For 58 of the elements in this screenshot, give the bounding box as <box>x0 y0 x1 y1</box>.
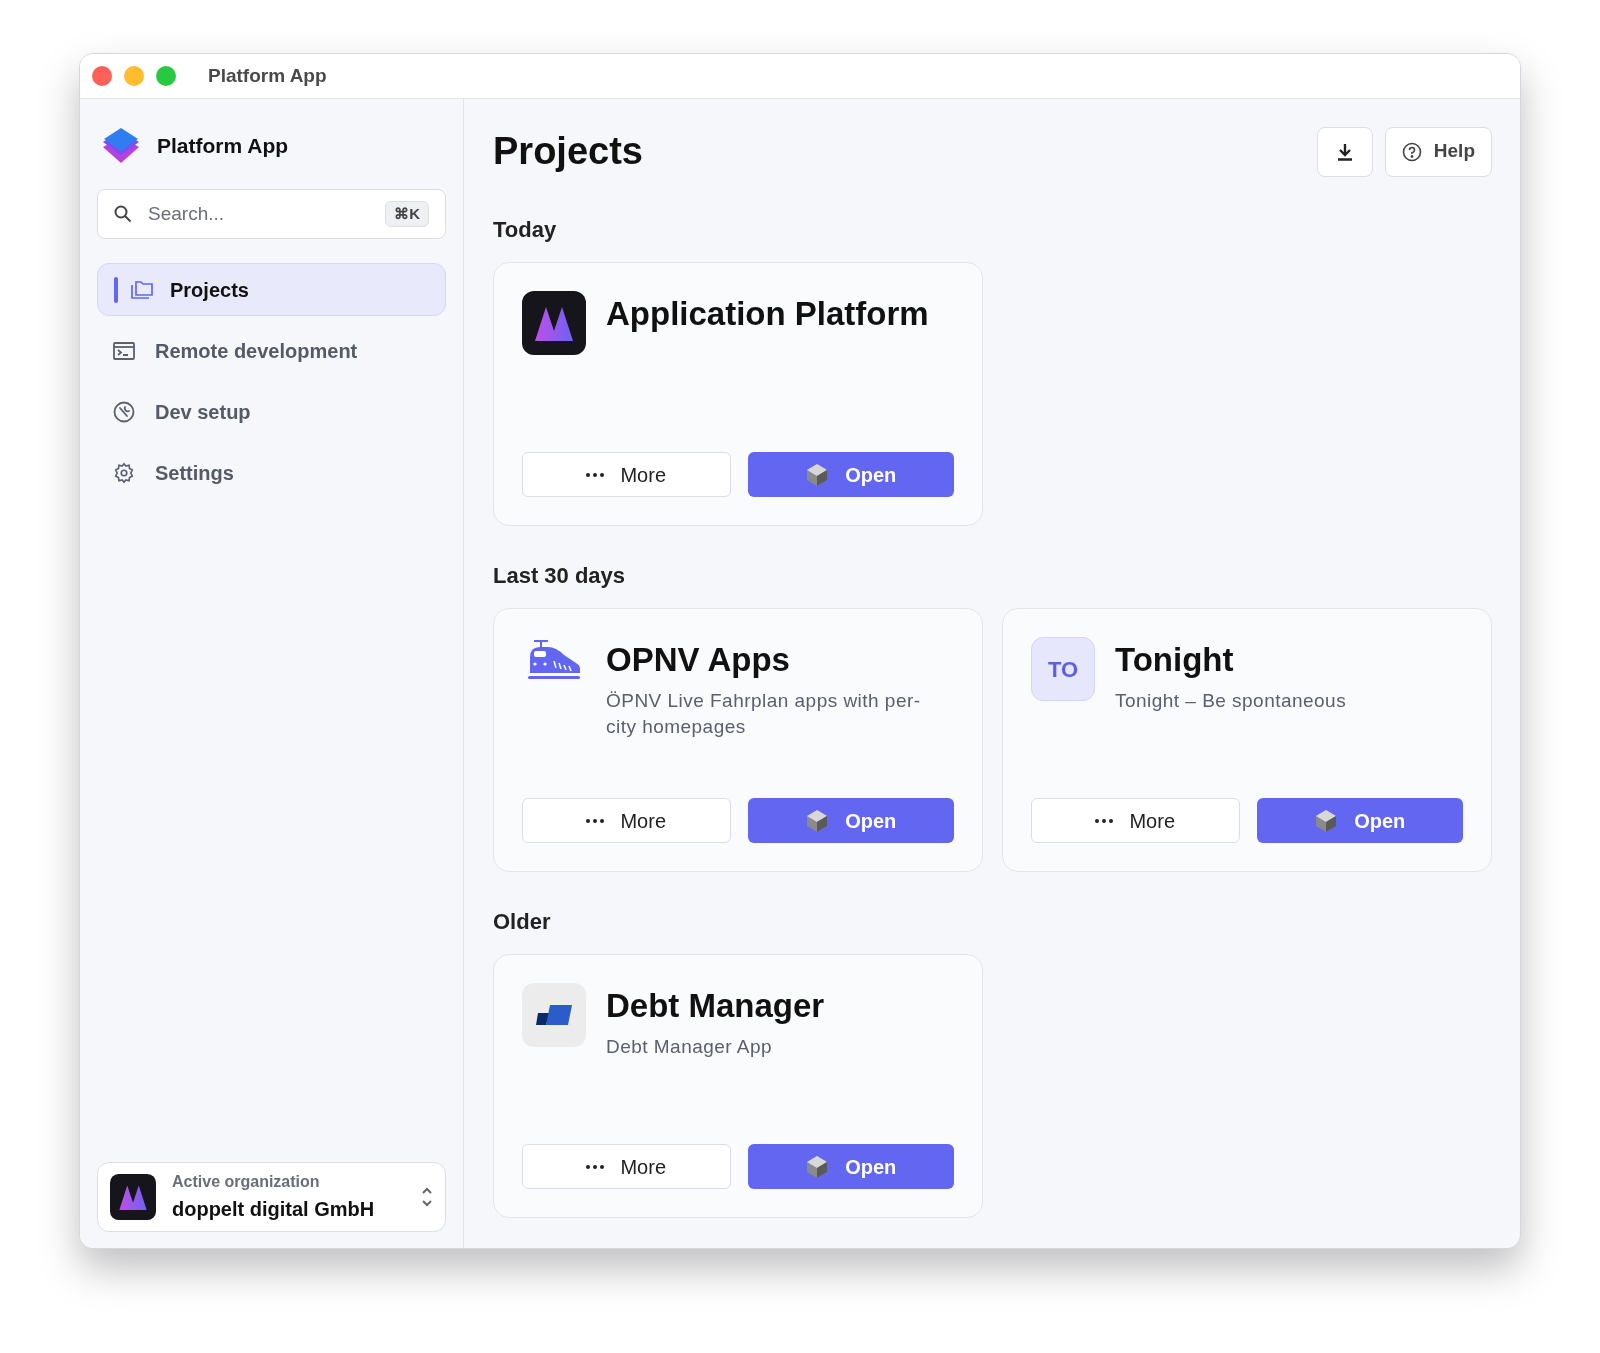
close-control[interactable] <box>92 66 112 86</box>
search-bar[interactable]: Search... ⌘K <box>97 189 446 239</box>
ellipsis-icon <box>586 472 605 477</box>
organization-switcher[interactable]: Active organization doppelt digital GmbH <box>97 1162 446 1232</box>
debt-logo-icon <box>522 983 586 1047</box>
more-button[interactable]: More <box>522 1144 731 1189</box>
project-description: Tonight – Be spontaneous <box>1115 689 1347 714</box>
section-heading: Today <box>493 216 558 244</box>
ellipsis-icon <box>586 818 605 823</box>
nav-item[interactable]: Settings <box>97 446 446 499</box>
train-icon <box>526 637 582 681</box>
terminal-icon <box>113 341 135 360</box>
section-heading: Older <box>493 908 552 936</box>
search-field[interactable]: Search... <box>148 199 370 229</box>
active-indicator <box>114 276 118 303</box>
shortcut-hint: ⌘K <box>385 200 429 228</box>
download-icon <box>1336 142 1353 161</box>
app-name: Platform App <box>157 133 289 160</box>
more-button[interactable]: More <box>522 452 731 497</box>
open-button[interactable]: Open <box>747 452 954 497</box>
project-name: OPNV Apps <box>606 640 791 680</box>
folder-icon <box>130 279 154 300</box>
ellipsis-icon <box>586 1164 605 1169</box>
project-name: Debt Manager <box>606 986 825 1026</box>
organization-caption: Active organization <box>172 1172 321 1192</box>
section-heading: Last 30 days <box>493 562 627 590</box>
organization-name: doppelt digital GmbH <box>172 1197 376 1222</box>
more-button[interactable]: More <box>522 798 731 843</box>
open-button[interactable]: Open <box>1256 798 1463 843</box>
open-button[interactable]: Open <box>747 798 954 843</box>
project-description: ÖPNV Live Fahrplan apps with per-city homepages <box>606 689 922 740</box>
project-description: Debt Manager App <box>606 1035 774 1060</box>
help-icon <box>1401 141 1422 162</box>
ellipsis-icon <box>1095 818 1114 823</box>
search-icon <box>114 205 132 223</box>
minimize-control[interactable] <box>124 66 144 86</box>
open-button[interactable]: Open <box>747 1144 954 1189</box>
window-title: Platform App <box>208 63 327 88</box>
cube-icon <box>1314 808 1339 833</box>
app-logo-icon <box>522 291 586 355</box>
project-name: Tonight <box>1115 640 1235 680</box>
page-title: Projects <box>493 129 643 174</box>
project-name: Application Platform <box>606 294 929 334</box>
chevron-up-down-icon <box>421 1186 433 1208</box>
help-button[interactable]: Help <box>1384 126 1492 177</box>
cube-icon <box>805 462 830 487</box>
settings-icon <box>113 461 135 484</box>
cube-icon <box>805 1154 830 1179</box>
more-button[interactable]: More <box>1031 798 1240 843</box>
nav-item[interactable]: Dev setup <box>97 385 446 438</box>
organization-logo-icon <box>110 1174 156 1220</box>
zoom-control[interactable] <box>156 66 176 86</box>
nav-item[interactable]: Remote development <box>97 324 446 377</box>
cube-icon <box>805 808 830 833</box>
stack-logo-icon <box>101 127 141 165</box>
download-button[interactable] <box>1316 126 1373 177</box>
nav-item[interactable]: Projects <box>97 263 446 316</box>
project-initials: TO <box>1031 637 1095 701</box>
